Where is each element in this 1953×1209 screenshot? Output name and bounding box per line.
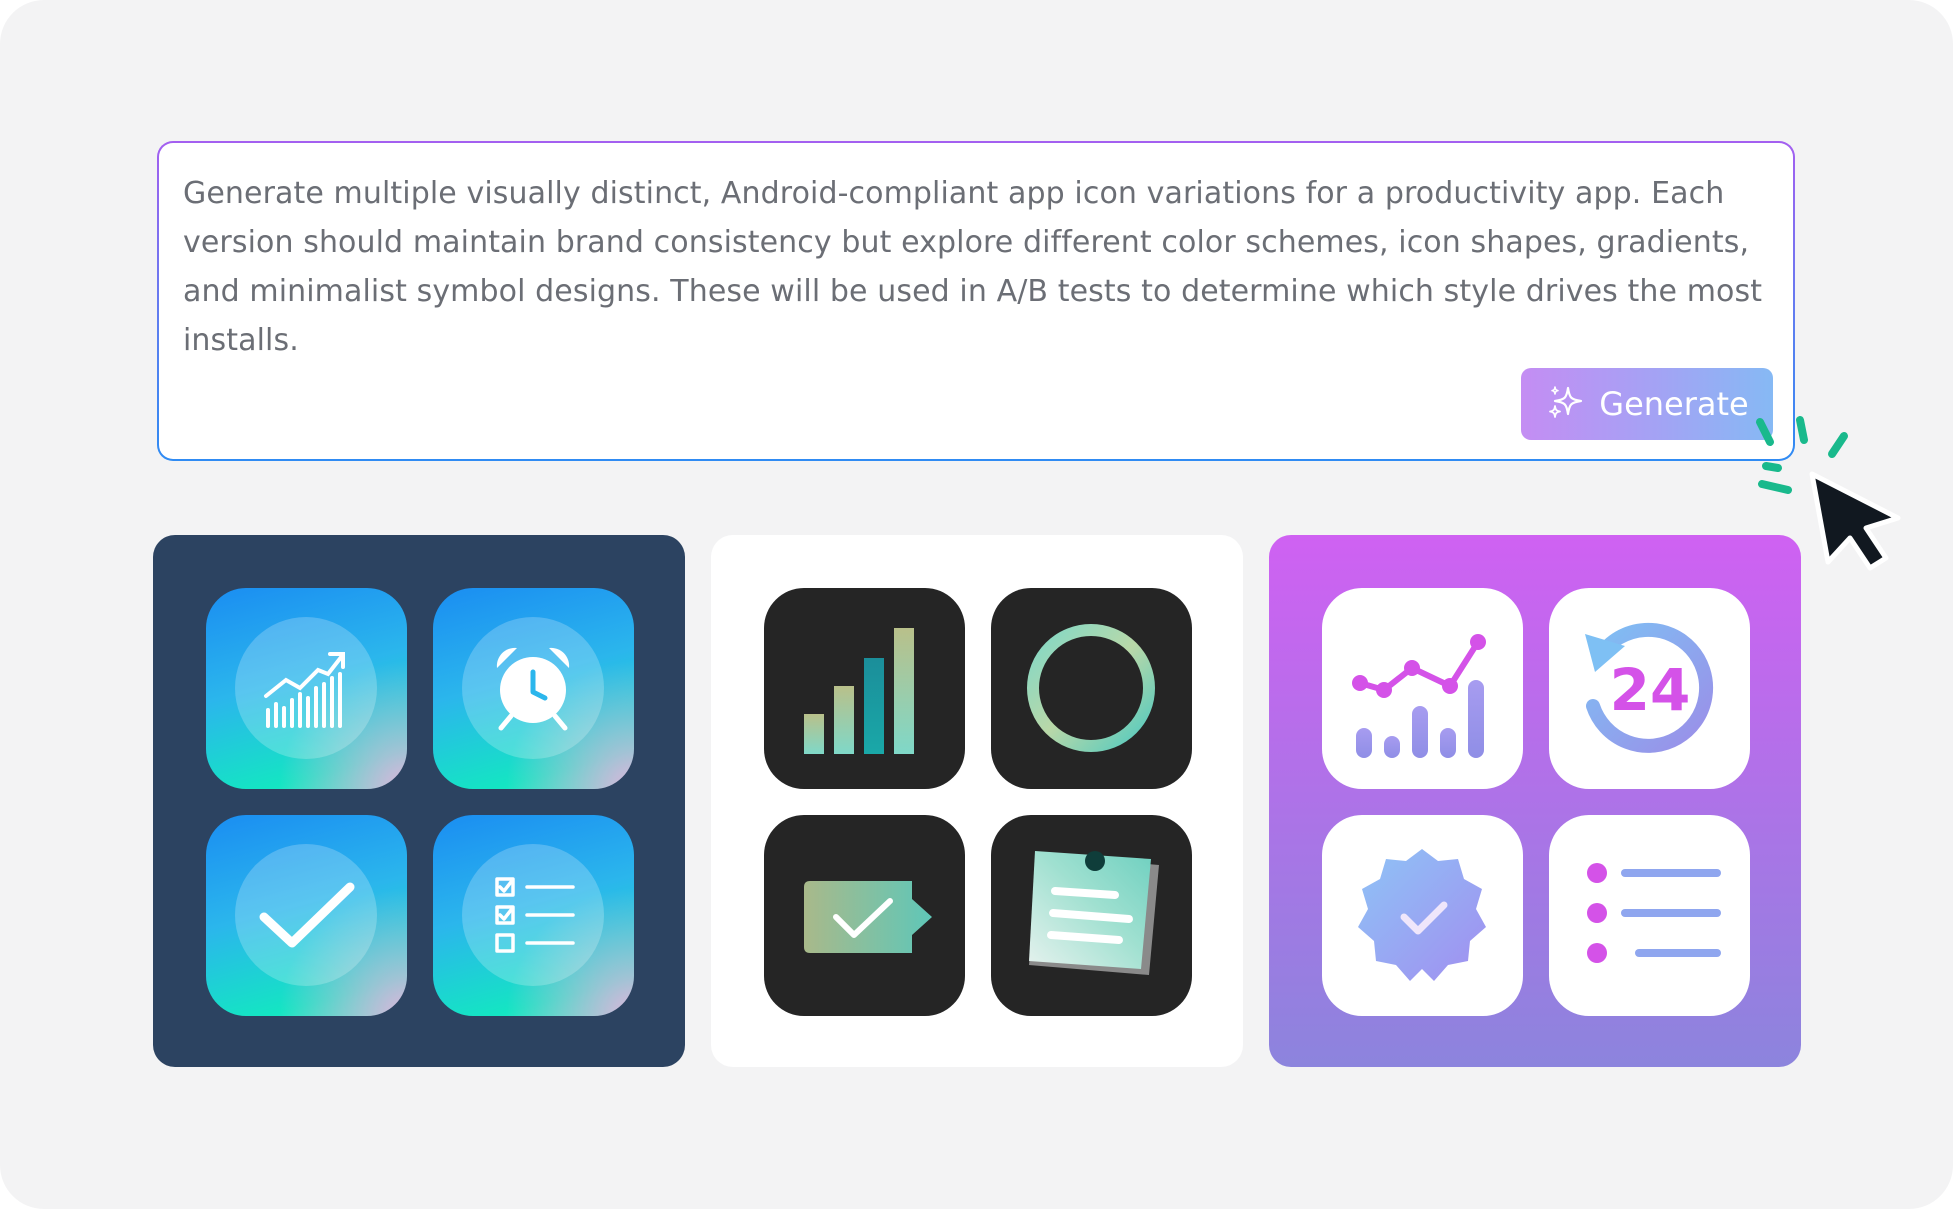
app-icon-tile[interactable] xyxy=(991,815,1192,1016)
prompt-input[interactable]: Generate multiple visually distinct, And… xyxy=(159,143,1793,459)
icon-set-dark-tiles[interactable] xyxy=(711,535,1243,1067)
checklist-icon xyxy=(462,844,604,986)
app-icon-tile[interactable] xyxy=(764,815,965,1016)
sticky-note-icon xyxy=(1029,851,1159,975)
check-tag-icon xyxy=(804,881,932,953)
app-icon-tile[interactable] xyxy=(433,588,634,789)
line-bar-chart-icon xyxy=(1352,634,1486,758)
icon-set-white-tiles[interactable]: 24 xyxy=(1269,535,1801,1067)
checkmark-icon xyxy=(235,844,377,986)
app-icon-tile[interactable] xyxy=(1549,815,1750,1016)
ring-icon xyxy=(1027,624,1155,752)
prompt-box[interactable]: Generate multiple visually distinct, And… xyxy=(157,141,1795,461)
app-icon-tile[interactable] xyxy=(991,588,1192,789)
app-icon-tile[interactable] xyxy=(206,588,407,789)
24-hours-text: 24 xyxy=(1610,656,1691,724)
bullet-list-icon xyxy=(1587,863,1721,963)
icon-set-gradient[interactable] xyxy=(153,535,685,1067)
24-hours-icon: 24 xyxy=(1585,622,1714,753)
sparkle-icon xyxy=(1549,386,1583,418)
app-icon-tile[interactable]: 24 xyxy=(1549,588,1750,789)
mouse-cursor-icon xyxy=(1809,471,1901,571)
app-icon-tile[interactable] xyxy=(206,815,407,1016)
generate-button[interactable]: Generate xyxy=(1521,368,1773,440)
verified-badge-icon xyxy=(1358,849,1486,981)
prompt-text[interactable]: Generate multiple visually distinct, And… xyxy=(183,169,1763,365)
generate-label: Generate xyxy=(1599,385,1749,423)
canvas: Generate multiple visually distinct, And… xyxy=(0,0,1953,1209)
app-icon-tile[interactable] xyxy=(433,815,634,1016)
app-icon-tile[interactable] xyxy=(1322,588,1523,789)
bar-chart-icon xyxy=(804,628,914,754)
alarm-clock-icon xyxy=(462,617,604,759)
app-icon-tile[interactable] xyxy=(764,588,965,789)
app-icon-tile[interactable] xyxy=(1322,815,1523,1016)
growth-chart-icon xyxy=(235,617,377,759)
